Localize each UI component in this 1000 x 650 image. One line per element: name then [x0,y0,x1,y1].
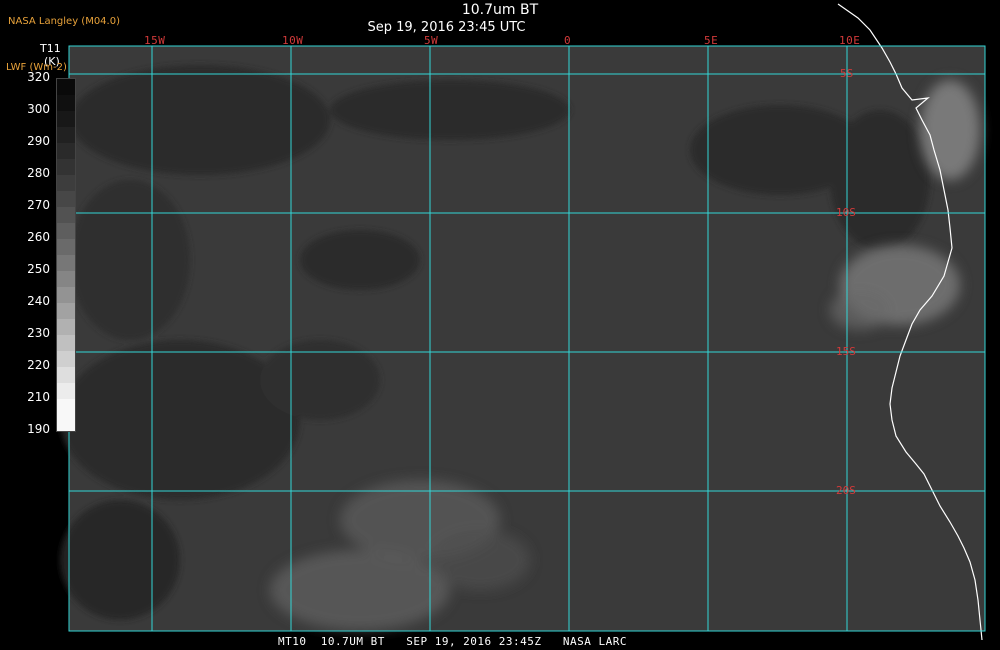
lat-label-10s: 10S [836,206,856,219]
colorbar-segment [57,223,75,239]
colorbar-tick: 250 [27,262,50,276]
lon-label-10w: 10W [282,34,304,47]
colorbar-segment [57,95,75,111]
colorbar-tick: 260 [27,230,50,244]
colorbar-segment [57,271,75,287]
lat-label-15s: 15S [836,345,856,358]
colorbar-segment [57,319,75,335]
colorbar-tick: 300 [27,102,50,116]
lon-label-10e: 10E [839,34,861,47]
colorbar-segment [57,111,75,127]
colorbar-tick: 270 [27,198,50,212]
colorbar-segment [57,303,75,319]
colorbar-segment [57,191,75,207]
colorbar-segment [57,351,75,367]
lon-label-0: 0 [564,34,572,47]
colorbar-segment [57,159,75,175]
colorbar-segment [57,239,75,255]
colorbar [56,78,76,432]
colorbar-segment [57,79,75,95]
legend-variable: T11 [40,42,61,55]
colorbar-segment [57,255,75,271]
colorbar-tick: 280 [27,166,50,180]
colorbar-segment [57,383,75,399]
colorbar-tick: 320 [27,70,50,84]
colorbar-tick: 230 [27,326,50,340]
colorbar-segment [57,335,75,351]
colorbar-segment [57,175,75,191]
colorbar-segment [57,287,75,303]
lon-label-15w: 15W [144,34,166,47]
footer-caption: MT10 10.7UM BT SEP 19, 2016 23:45Z NASA … [278,635,628,648]
colorbar-tick: 220 [27,358,50,372]
colorbar-tick: 290 [27,134,50,148]
satellite-map [60,3,986,641]
lat-label-5s: 5S [840,67,854,80]
colorbar-tick: 190 [27,422,50,436]
colorbar-segment [57,399,75,431]
colorbar-tick: 210 [27,390,50,404]
colorbar-tick: 240 [27,294,50,308]
colorbar-segment [57,367,75,383]
lon-label-5e: 5E [704,34,719,47]
colorbar-segment [57,207,75,223]
lat-label-20s: 20S [836,484,856,497]
lon-label-5w: 5W [424,34,439,47]
colorbar-segment [57,143,75,159]
colorbar-segment [57,127,75,143]
